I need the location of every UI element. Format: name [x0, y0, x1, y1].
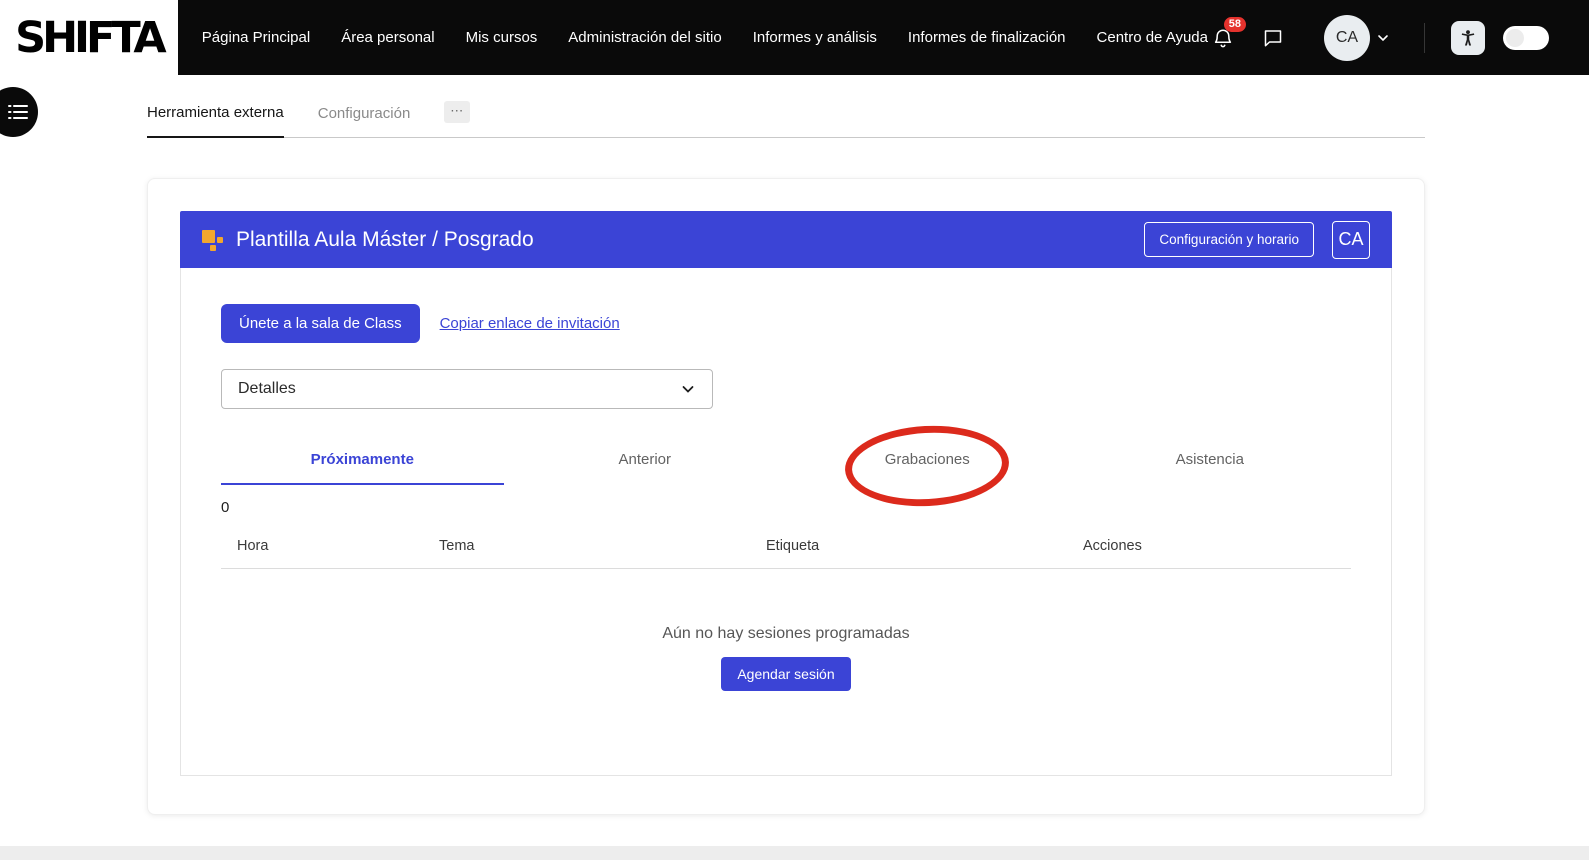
empty-state: Aún no hay sesiones programadas Agendar …: [221, 625, 1351, 691]
chevron-down-icon: [680, 381, 696, 397]
list-menu-icon: [8, 104, 28, 120]
tab-recordings[interactable]: Grabaciones: [786, 451, 1069, 485]
tab-previous[interactable]: Anterior: [504, 451, 787, 485]
empty-state-message: Aún no hay sesiones programadas: [662, 625, 910, 642]
main-nav: Página Principal Área personal Mis curso…: [202, 29, 1208, 46]
page-footer-strip: [0, 846, 1589, 860]
tabs-more-button[interactable]: ⋯: [444, 101, 471, 123]
nav-item-completion-reports[interactable]: Informes de finalización: [908, 29, 1066, 46]
header-avatar-badge[interactable]: CA: [1332, 220, 1370, 259]
tab-external-tool[interactable]: Herramienta externa: [147, 96, 284, 138]
copy-invite-link[interactable]: Copiar enlace de invitación: [440, 315, 620, 332]
topbar-right: 58 CA: [1208, 14, 1589, 61]
theme-toggle-knob: [1506, 28, 1524, 47]
tab-upcoming[interactable]: Próximamente: [221, 451, 504, 485]
column-header-time: Hora: [237, 538, 269, 554]
sessions-count: 0: [221, 499, 230, 516]
user-menu-chevron-down-icon[interactable]: [1376, 31, 1390, 45]
course-card: Plantilla Aula Máster / Posgrado Configu…: [147, 178, 1425, 815]
chat-icon: [1261, 26, 1285, 50]
course-card-panel: Únete a la sala de Class Copiar enlace d…: [180, 268, 1392, 776]
theme-toggle[interactable]: [1503, 25, 1549, 50]
topbar: SHIFTA Página Principal Área personal Mi…: [0, 0, 1589, 75]
accessibility-icon: [1458, 28, 1478, 48]
logo-text: SHIFTA: [15, 12, 167, 63]
notifications-button[interactable]: 58: [1208, 16, 1246, 53]
schedule-session-button[interactable]: Agendar sesión: [721, 657, 851, 691]
nav-item-home[interactable]: Página Principal: [202, 29, 310, 46]
nav-item-site-admin[interactable]: Administración del sitio: [568, 29, 721, 46]
avatar[interactable]: CA: [1324, 14, 1370, 61]
nav-item-help-center[interactable]: Centro de Ayuda: [1097, 29, 1208, 46]
nav-item-dashboard[interactable]: Área personal: [341, 29, 434, 46]
apps-grid-icon: [202, 229, 224, 251]
logo[interactable]: SHIFTA: [0, 0, 178, 75]
details-dropdown[interactable]: Detalles: [221, 369, 713, 409]
join-class-button[interactable]: Únete a la sala de Class: [221, 304, 420, 343]
sessions-table-header: Hora Tema Etiqueta Acciones: [221, 538, 1351, 569]
accessibility-button[interactable]: [1451, 20, 1485, 55]
page-tabs: Herramienta externa Configuración ⋯: [147, 96, 1425, 138]
column-header-label: Etiqueta: [766, 538, 820, 554]
column-header-topic: Tema: [439, 538, 475, 554]
course-title: Plantilla Aula Máster / Posgrado: [236, 227, 534, 251]
tab-attendance[interactable]: Asistencia: [1069, 451, 1352, 485]
avatar-initials: CA: [1335, 28, 1359, 46]
nav-item-reports-analysis[interactable]: Informes y análisis: [753, 29, 877, 46]
join-row: Únete a la sala de Class Copiar enlace d…: [221, 304, 1351, 343]
course-card-header: Plantilla Aula Máster / Posgrado Configu…: [180, 211, 1392, 268]
topbar-divider: [1424, 22, 1425, 53]
notification-badge: 58: [1223, 16, 1246, 32]
column-header-actions: Acciones: [1083, 538, 1142, 554]
details-dropdown-label: Detalles: [238, 380, 296, 397]
nav-item-courses[interactable]: Mis cursos: [466, 29, 538, 46]
session-tabs: Próximamente Anterior Grabaciones Asiste…: [221, 421, 1352, 511]
configuration-schedule-button[interactable]: Configuración y horario: [1144, 222, 1314, 257]
sidebar-toggle-button[interactable]: [0, 87, 38, 137]
messages-button[interactable]: [1258, 23, 1288, 53]
tab-settings[interactable]: Configuración: [318, 97, 411, 137]
